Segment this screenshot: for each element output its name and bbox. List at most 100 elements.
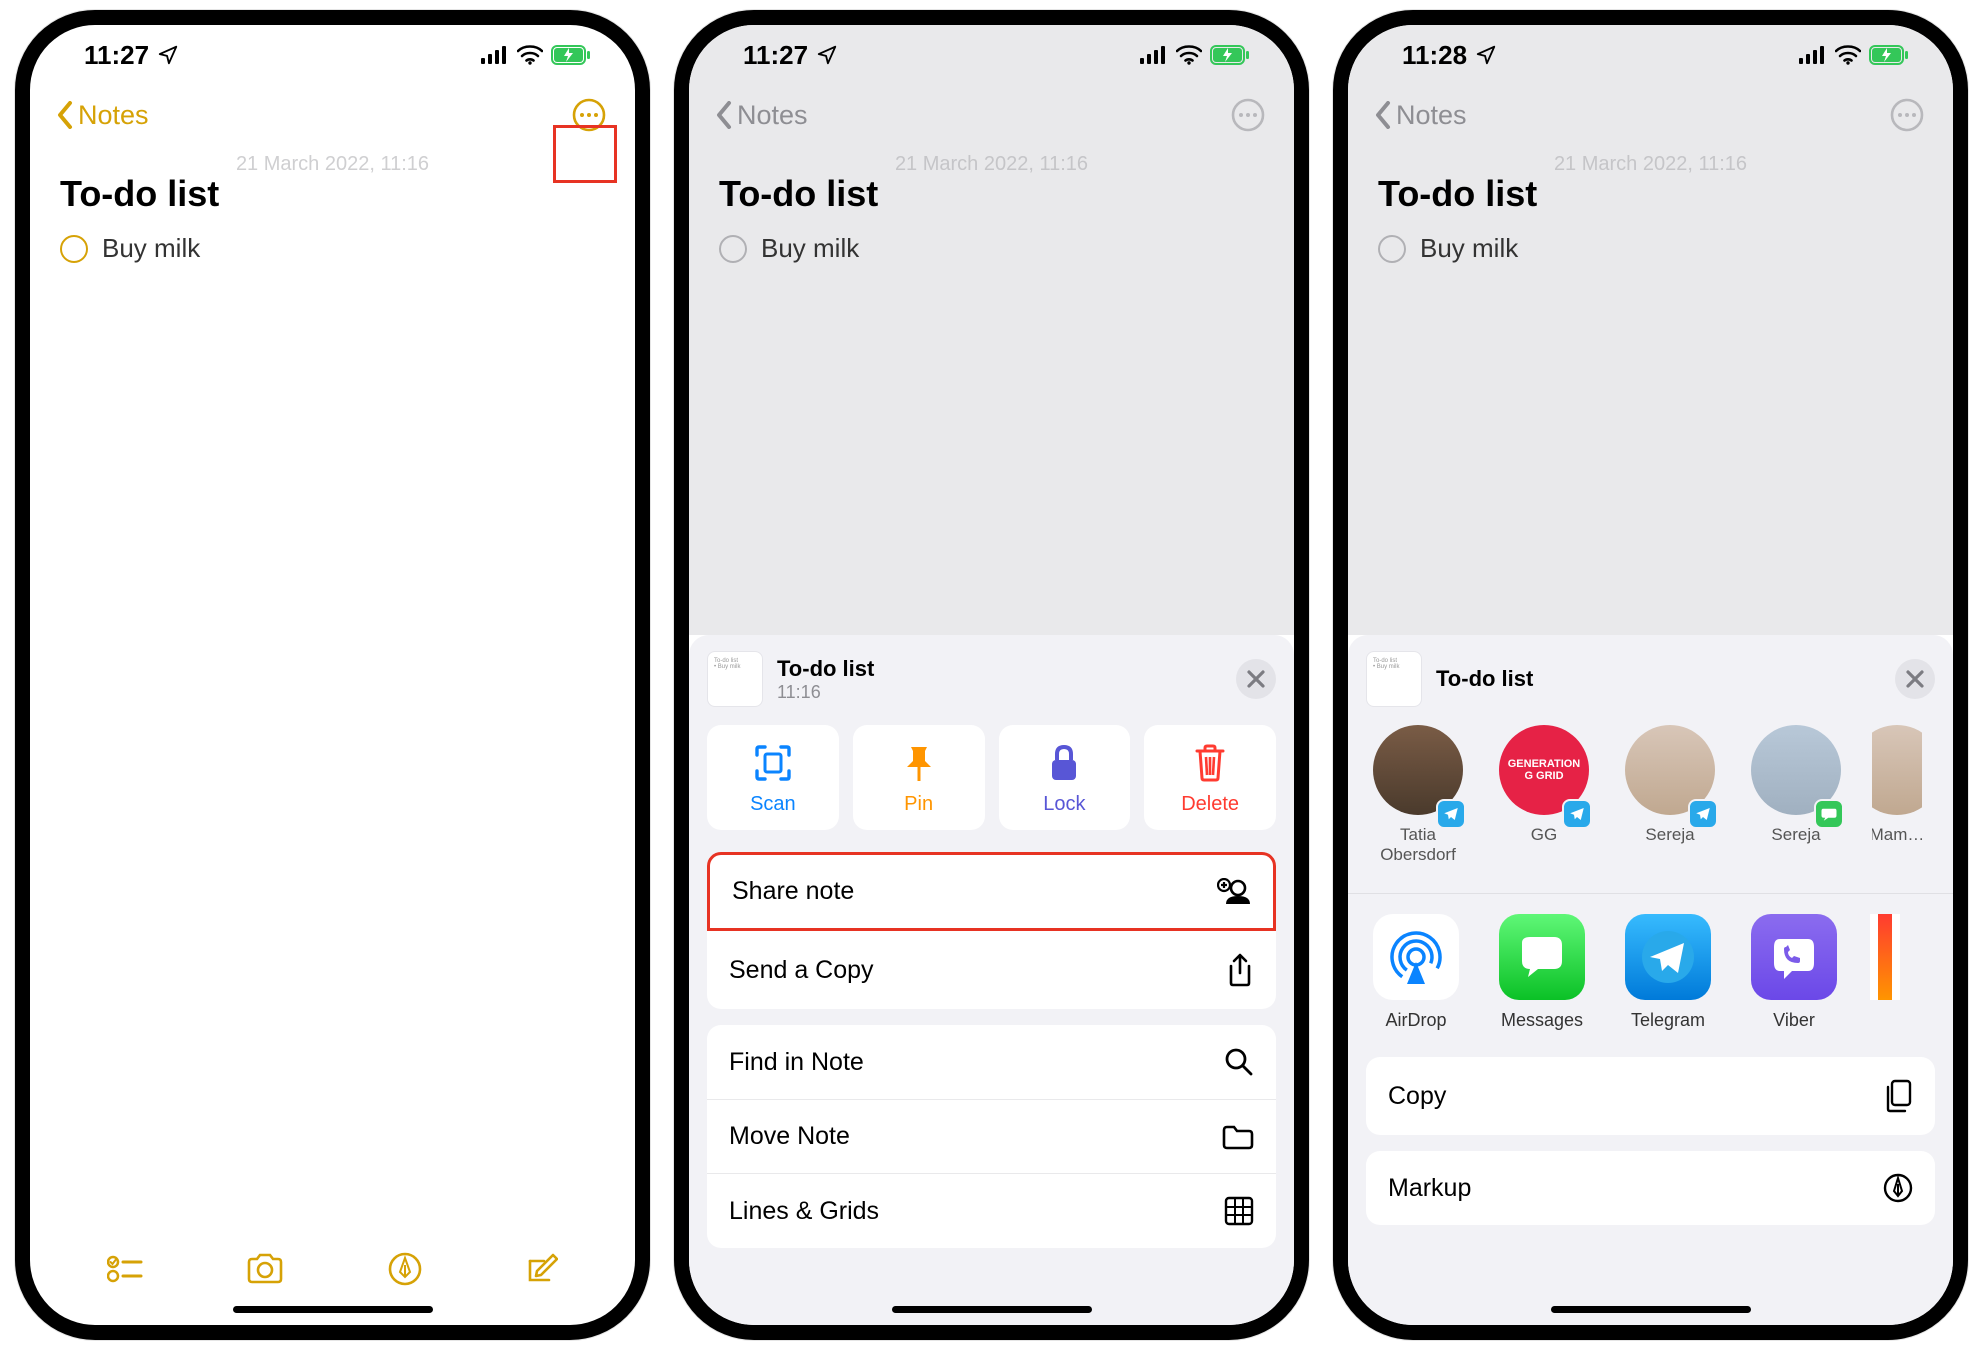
status-time: 11:27 (84, 40, 149, 71)
checkbox-icon[interactable] (60, 235, 88, 263)
status-bar: 11:27 (689, 25, 1294, 85)
todo-row[interactable]: Buy milk (60, 233, 605, 264)
contact-item[interactable]: Tatia Obersdorf (1368, 725, 1468, 865)
status-bar: 11:27 (30, 25, 635, 85)
send-a-copy-row[interactable]: Send a Copy (707, 931, 1276, 1009)
contact-item[interactable]: Mam… (1872, 725, 1922, 865)
highlight-share-note-row: Share note (707, 852, 1276, 931)
share-apps-row[interactable]: AirDrop Messages Telegram Viber (1366, 914, 1935, 1031)
more-button (1887, 95, 1927, 135)
wifi-icon (1835, 45, 1861, 65)
sheet-title: To-do list (1436, 666, 1881, 692)
contact-name: Tatia Obersdorf (1368, 825, 1473, 865)
add-people-icon (1217, 878, 1251, 906)
phone-screenshot-3: 11:28 Notes 21 March 2022, 11:16 To-do l… (1333, 10, 1968, 1340)
todo-row: Buy milk (719, 233, 1264, 264)
app-label: Viber (1773, 1010, 1815, 1031)
copy-label: Copy (1388, 1082, 1446, 1111)
search-icon (1224, 1047, 1254, 1077)
compose-button[interactable] (524, 1252, 558, 1286)
note-title[interactable]: To-do list (60, 173, 605, 215)
markup-row[interactable]: Markup (1366, 1151, 1935, 1225)
battery-charging-icon (1210, 45, 1250, 65)
move-label: Move Note (729, 1122, 850, 1151)
close-button[interactable] (1236, 659, 1276, 699)
sheet-title: To-do list (777, 656, 1222, 682)
camera-button[interactable] (245, 1253, 285, 1285)
contact-name: Sereja (1645, 825, 1694, 845)
lines-grids-row[interactable]: Lines & Grids (707, 1173, 1276, 1248)
status-time: 11:27 (743, 40, 808, 71)
telegram-icon (1625, 914, 1711, 1000)
app-label: Telegram (1631, 1010, 1705, 1031)
sheet-thumbnail: To-do list• Buy milk (707, 651, 763, 707)
nav-bar: Notes (1348, 85, 1953, 145)
status-bar: 11:28 (1348, 25, 1953, 85)
lines-label: Lines & Grids (729, 1197, 879, 1226)
app-more[interactable] (1870, 914, 1900, 1031)
back-button[interactable]: Notes (56, 100, 149, 131)
back-label: Notes (1396, 100, 1467, 131)
grid-icon (1224, 1196, 1254, 1226)
cell-signal-icon (1799, 46, 1827, 64)
more-button (1228, 95, 1268, 135)
telegram-badge-icon (1562, 799, 1592, 829)
phone-screenshot-2: 11:27 Notes 21 March 2022, 11:16 To-do l… (674, 10, 1309, 1340)
move-note-row[interactable]: Move Note (707, 1099, 1276, 1173)
separator (1348, 893, 1953, 894)
contact-name: GG (1531, 825, 1557, 845)
delete-button[interactable]: Delete (1144, 725, 1276, 830)
copy-row[interactable]: Copy (1366, 1057, 1935, 1135)
checklist-button[interactable] (107, 1254, 143, 1284)
home-indicator[interactable] (892, 1306, 1092, 1313)
avatar (1872, 725, 1922, 815)
messages-badge-icon (1814, 799, 1844, 829)
more-button[interactable] (569, 95, 609, 135)
contact-item[interactable]: GENERATIONG GRID GG (1494, 725, 1594, 865)
todo-text[interactable]: Buy milk (102, 233, 200, 264)
share-note-row[interactable]: Share note (710, 855, 1273, 928)
pin-label: Pin (904, 793, 933, 816)
copy-icon (1883, 1079, 1913, 1113)
airdrop-icon (1373, 914, 1459, 1000)
location-icon (1475, 44, 1497, 66)
app-airdrop[interactable]: AirDrop (1366, 914, 1466, 1031)
back-button: Notes (1374, 100, 1467, 131)
contact-item[interactable]: Sereja (1746, 725, 1846, 865)
find-in-note-row[interactable]: Find in Note (707, 1025, 1276, 1099)
todo-text: Buy milk (1420, 233, 1518, 264)
app-label: Messages (1501, 1010, 1583, 1031)
cell-signal-icon (1140, 46, 1168, 64)
contact-name: Mam… (1872, 825, 1922, 845)
folder-icon (1222, 1124, 1254, 1150)
note-title: To-do list (1378, 173, 1923, 215)
scan-button[interactable]: Scan (707, 725, 839, 830)
app-telegram[interactable]: Telegram (1618, 914, 1718, 1031)
markup-pen-button[interactable] (388, 1252, 422, 1286)
home-indicator[interactable] (1551, 1306, 1751, 1313)
pin-button[interactable]: Pin (853, 725, 985, 830)
app-messages[interactable]: Messages (1492, 914, 1592, 1031)
note-body: To-do list Buy milk (689, 145, 1294, 635)
note-body[interactable]: To-do list Buy milk (30, 145, 635, 1235)
share-note-label: Share note (732, 877, 854, 906)
app-viber[interactable]: Viber (1744, 914, 1844, 1031)
status-time: 11:28 (1402, 40, 1467, 71)
share-contacts-row[interactable]: Tatia Obersdorf GENERATIONG GRID GG Sere… (1368, 725, 1935, 865)
close-button[interactable] (1895, 659, 1935, 699)
scan-label: Scan (750, 793, 796, 816)
contact-item[interactable]: Sereja (1620, 725, 1720, 865)
home-indicator[interactable] (233, 1306, 433, 1313)
todo-row: Buy milk (1378, 233, 1923, 264)
messages-icon (1499, 914, 1585, 1000)
more-app-icon (1870, 914, 1900, 1000)
wifi-icon (1176, 45, 1202, 65)
lock-button[interactable]: Lock (999, 725, 1131, 830)
checkbox-icon (719, 235, 747, 263)
action-sheet: To-do list• Buy milk To-do list 11:16 Sc… (689, 635, 1294, 1325)
lock-label: Lock (1043, 793, 1085, 816)
phone-screenshot-1: 11:27 Notes 21 March 2022, 11:16 To-do l… (15, 10, 650, 1340)
back-button: Notes (715, 100, 808, 131)
back-label: Notes (737, 100, 808, 131)
wifi-icon (517, 45, 543, 65)
